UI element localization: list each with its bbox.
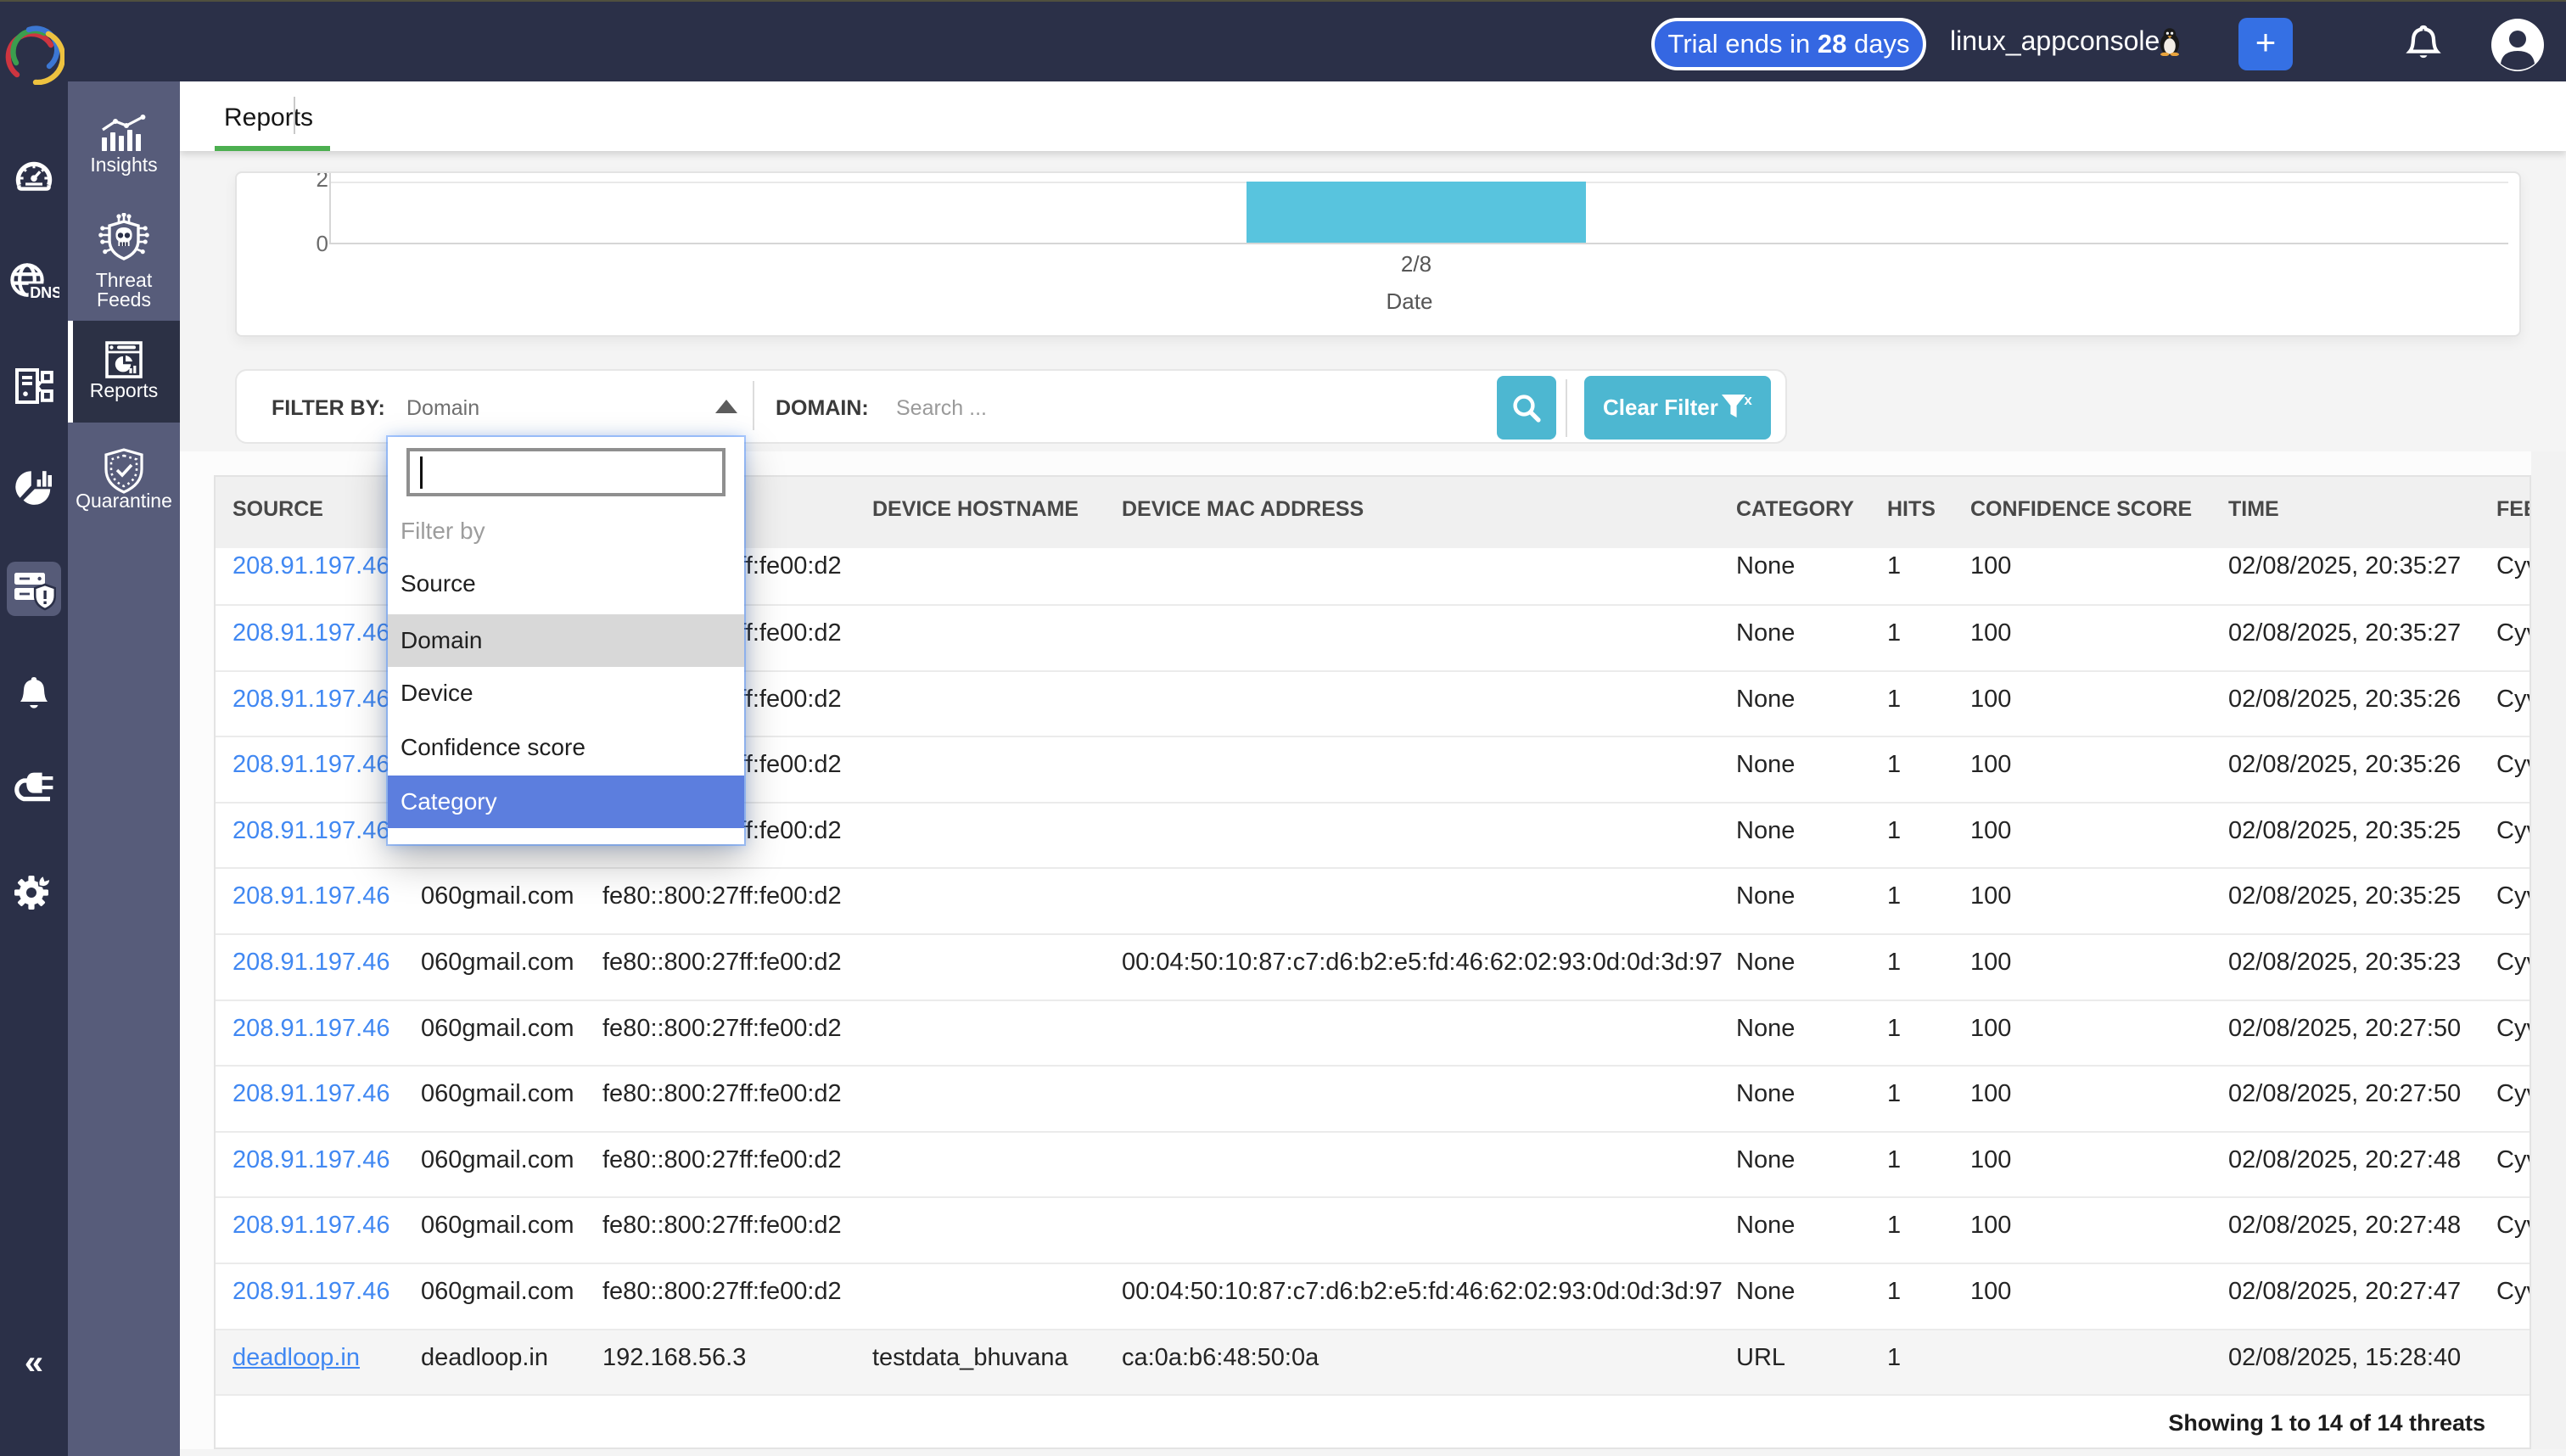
svg-text:x: x [1744, 393, 1752, 408]
svg-text:DNS: DNS [30, 284, 59, 301]
